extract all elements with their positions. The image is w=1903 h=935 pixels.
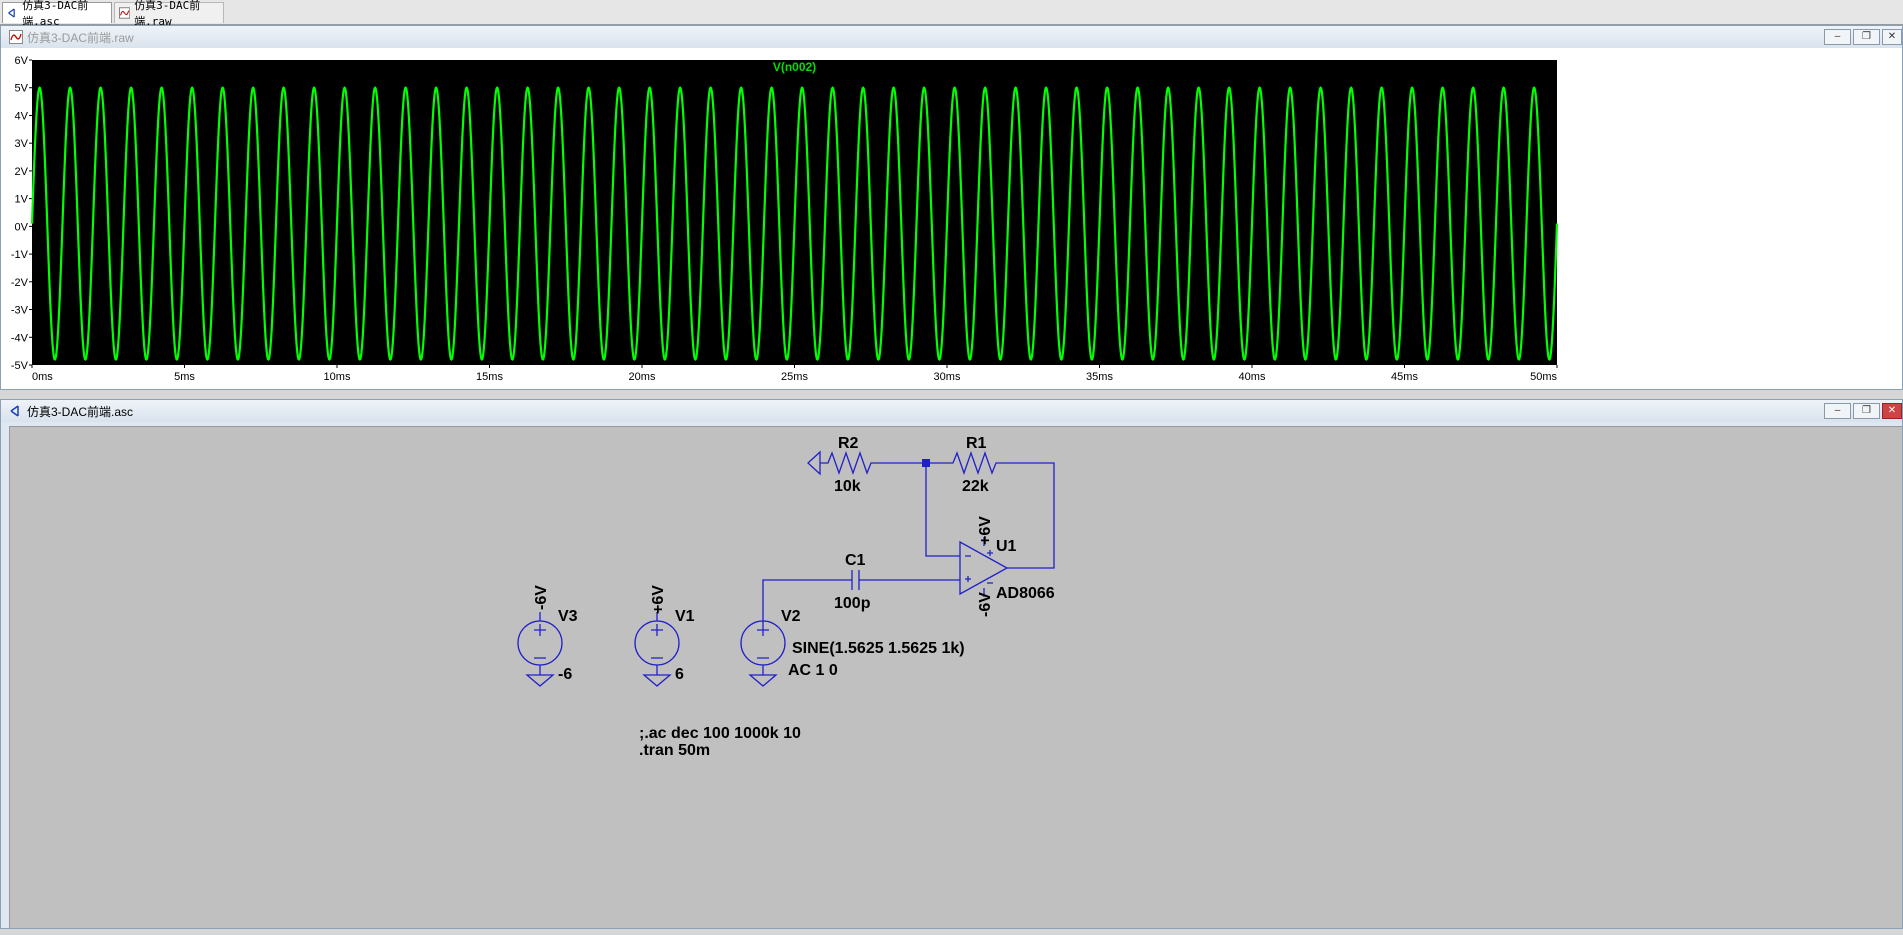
waveform-window-titlebar[interactable]: 仿真3-DAC前端.raw – ❐ ✕ bbox=[1, 26, 1902, 48]
v1-value[interactable]: 6 bbox=[675, 666, 684, 683]
x-tick-label: 40ms bbox=[1239, 371, 1266, 383]
trace-label[interactable]: V(n002) bbox=[773, 60, 816, 74]
waveform-icon bbox=[9, 30, 23, 44]
y-tick-label: -2V bbox=[11, 277, 29, 289]
x-tick-label: 50ms bbox=[1530, 371, 1557, 383]
waveform-icon bbox=[119, 7, 131, 19]
y-tick-label: -5V bbox=[11, 360, 29, 372]
minimize-button[interactable]: – bbox=[1824, 29, 1851, 45]
u1-ref[interactable]: U1 bbox=[996, 538, 1017, 555]
y-tick-label: -3V bbox=[11, 305, 29, 317]
v3-ref[interactable]: V3 bbox=[558, 608, 578, 625]
y-tick-label: 1V bbox=[15, 194, 29, 206]
c1-value[interactable]: 100p bbox=[834, 595, 871, 612]
v3-value[interactable]: -6 bbox=[558, 666, 572, 683]
y-tick-label: 5V bbox=[15, 83, 29, 95]
x-tick-label: 45ms bbox=[1391, 371, 1418, 383]
close-button[interactable]: ✕ bbox=[1882, 29, 1902, 45]
r2-ref[interactable]: R2 bbox=[838, 435, 859, 452]
tran-directive[interactable]: .tran 50m bbox=[639, 742, 710, 759]
waveform-plot-area[interactable]: V(n002) 6V 5V 4V 3V 2V 1V 0V -1V -2V -3V -4V -5V 0m… bbox=[1, 48, 1902, 389]
u1-vneg-label[interactable]: -6V bbox=[977, 592, 994, 617]
tab-waveform[interactable]: 仿真3-DAC前端.raw bbox=[114, 0, 224, 28]
minimize-button[interactable]: – bbox=[1824, 403, 1851, 419]
v2-sine-spec[interactable]: SINE(1.5625 1.5625 1k) bbox=[792, 640, 965, 657]
r1-value[interactable]: 22k bbox=[962, 478, 989, 495]
schematic-icon bbox=[10, 405, 19, 417]
c1-ref[interactable]: C1 bbox=[845, 552, 866, 569]
x-tick-label: 30ms bbox=[934, 371, 961, 383]
schematic-window: 仿真3-DAC前端.asc – ❐ ✕ R2 10k R1 22k C1 100… bbox=[0, 399, 1903, 929]
y-tick-label: -4V bbox=[11, 332, 29, 344]
x-tick-label: 35ms bbox=[1086, 371, 1113, 383]
source-v3[interactable] bbox=[517, 612, 563, 687]
r2-value[interactable]: 10k bbox=[834, 478, 861, 495]
x-axis: 0ms 5ms 10ms 15ms 20ms 25ms 30ms 35ms 40ms 45ms 50… bbox=[31, 365, 1558, 383]
x-tick-label: 0ms bbox=[32, 371, 53, 383]
y-tick-label: 2V bbox=[15, 166, 29, 178]
y-tick-label: 3V bbox=[15, 138, 29, 150]
restore-button[interactable]: ❐ bbox=[1853, 29, 1880, 45]
x-tick-label: 25ms bbox=[781, 371, 808, 383]
tab-schematic[interactable]: 仿真3-DAC前端.asc bbox=[2, 0, 112, 28]
document-tab-bar: 仿真3-DAC前端.asc 仿真3-DAC前端.raw bbox=[0, 0, 1903, 28]
restore-button[interactable]: ❐ bbox=[1853, 403, 1880, 419]
x-tick-label: 20ms bbox=[629, 371, 656, 383]
schematic-drawing[interactable]: R2 10k R1 22k C1 100p U1 AD8066 +6V -6V … bbox=[10, 427, 1903, 930]
y-tick-label: 0V bbox=[15, 221, 29, 233]
ac-directive[interactable]: ;.ac dec 100 1000k 10 bbox=[639, 725, 801, 742]
source-v1[interactable] bbox=[634, 612, 680, 687]
x-tick-label: 10ms bbox=[324, 371, 351, 383]
close-button[interactable]: ✕ bbox=[1882, 403, 1902, 419]
waveform-window: 仿真3-DAC前端.raw – ❐ ✕ V(n002) 6V 5V 4V 3V 2V 1V… bbox=[0, 25, 1903, 390]
y-tick-label: -1V bbox=[11, 249, 29, 261]
schematic-icon bbox=[8, 8, 15, 18]
waveform-chart[interactable]: V(n002) 6V 5V 4V 3V 2V 1V 0V -1V -2V -3V -4V -5V 0m… bbox=[1, 48, 1902, 389]
v1-net-label[interactable]: +6V bbox=[650, 585, 667, 614]
schematic-window-titlebar[interactable]: 仿真3-DAC前端.asc – ❐ ✕ bbox=[1, 400, 1902, 422]
window-title: 仿真3-DAC前端.asc bbox=[27, 404, 134, 419]
u1-model[interactable]: AD8066 bbox=[996, 585, 1055, 602]
window-title: 仿真3-DAC前端.raw bbox=[27, 30, 134, 45]
resistor-r2[interactable] bbox=[807, 450, 926, 476]
schematic-canvas[interactable]: R2 10k R1 22k C1 100p U1 AD8066 +6V -6V … bbox=[9, 426, 1902, 928]
v2-ac-spec[interactable]: AC 1 0 bbox=[788, 662, 838, 679]
source-v2[interactable] bbox=[740, 620, 786, 687]
y-tick-label: 4V bbox=[15, 110, 29, 122]
x-tick-label: 5ms bbox=[174, 371, 195, 383]
v3-net-label[interactable]: -6V bbox=[533, 585, 550, 610]
v1-ref[interactable]: V1 bbox=[675, 608, 695, 625]
x-tick-label: 15ms bbox=[476, 371, 503, 383]
r1-ref[interactable]: R1 bbox=[966, 435, 987, 452]
y-tick-label: 6V bbox=[15, 55, 29, 67]
y-axis: 6V 5V 4V 3V 2V 1V 0V -1V -2V -3V -4V -5V bbox=[11, 55, 32, 372]
v2-ref[interactable]: V2 bbox=[781, 608, 801, 625]
u1-vpos-label[interactable]: +6V bbox=[977, 516, 994, 545]
